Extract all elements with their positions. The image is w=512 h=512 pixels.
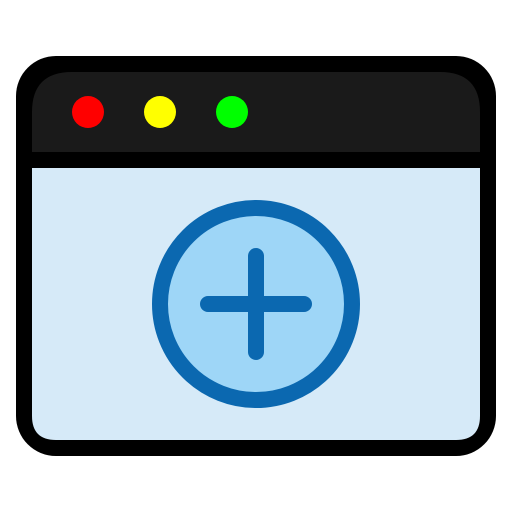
icon-graphic bbox=[16, 56, 496, 456]
plus-circle-icon bbox=[152, 200, 360, 408]
minimize-dot bbox=[144, 96, 176, 128]
maximize-dot bbox=[216, 96, 248, 128]
browser-window-add-icon bbox=[0, 0, 512, 512]
close-dot bbox=[72, 96, 104, 128]
